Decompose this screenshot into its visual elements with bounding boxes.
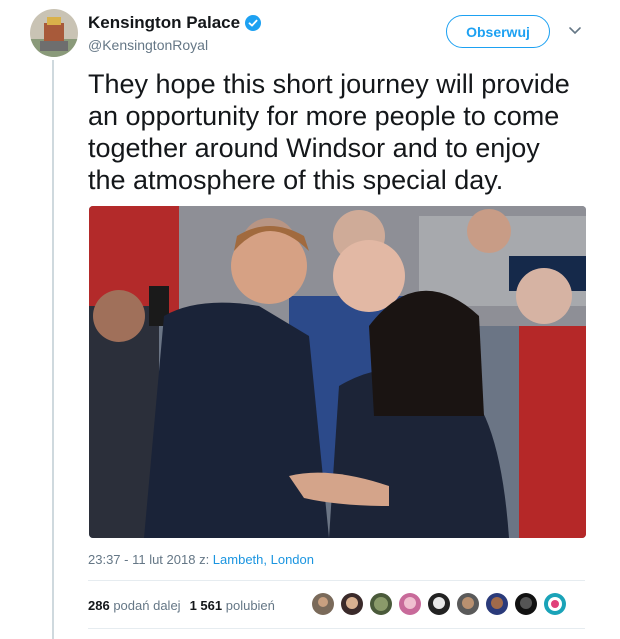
liker-avatar[interactable] <box>312 593 334 615</box>
avatar[interactable] <box>30 9 78 57</box>
liker-avatar[interactable] <box>428 593 450 615</box>
account-name[interactable]: Kensington Palace <box>88 13 240 33</box>
tweet-photo[interactable] <box>89 206 586 538</box>
like-count[interactable]: 1 561 <box>190 598 223 613</box>
tweet-text: They hope this short journey will provid… <box>88 68 598 196</box>
tweet-date[interactable]: 23:37 - 11 lut 2018 z: <box>88 552 213 567</box>
follow-button[interactable]: Obserwuj <box>446 15 550 48</box>
tweet-text-line: an opportunity for more people to come <box>88 101 560 131</box>
liker-avatar[interactable] <box>486 593 508 615</box>
chevron-down-icon[interactable] <box>568 26 582 36</box>
tweet-text-line: together around Windsor and to enjoy <box>88 133 540 163</box>
tweet-location-link[interactable]: Lambeth, London <box>213 552 314 567</box>
retweet-label[interactable]: podań dalej <box>113 598 180 613</box>
liker-avatar[interactable] <box>370 593 392 615</box>
liker-avatar[interactable] <box>544 593 566 615</box>
tweet-stats: 286 podań dalej 1 561 polubień <box>88 598 275 613</box>
thread-line <box>52 60 54 639</box>
verified-badge-icon <box>245 15 262 31</box>
liker-avatar[interactable] <box>457 593 479 615</box>
divider <box>88 580 585 581</box>
liker-avatars <box>312 593 573 615</box>
tweet-text-line: They hope this short journey will provid… <box>88 69 570 99</box>
account-handle[interactable]: @KensingtonRoyal <box>88 37 208 53</box>
tweet-timestamp: 23:37 - 11 lut 2018 z: Lambeth, London <box>88 552 314 567</box>
retweet-count[interactable]: 286 <box>88 598 110 613</box>
liker-avatar[interactable] <box>341 593 363 615</box>
divider <box>88 628 585 629</box>
tweet-text-line: the atmosphere of this special day. <box>88 165 504 195</box>
liker-avatar[interactable] <box>515 593 537 615</box>
liker-avatar[interactable] <box>399 593 421 615</box>
like-label[interactable]: polubień <box>226 598 275 613</box>
